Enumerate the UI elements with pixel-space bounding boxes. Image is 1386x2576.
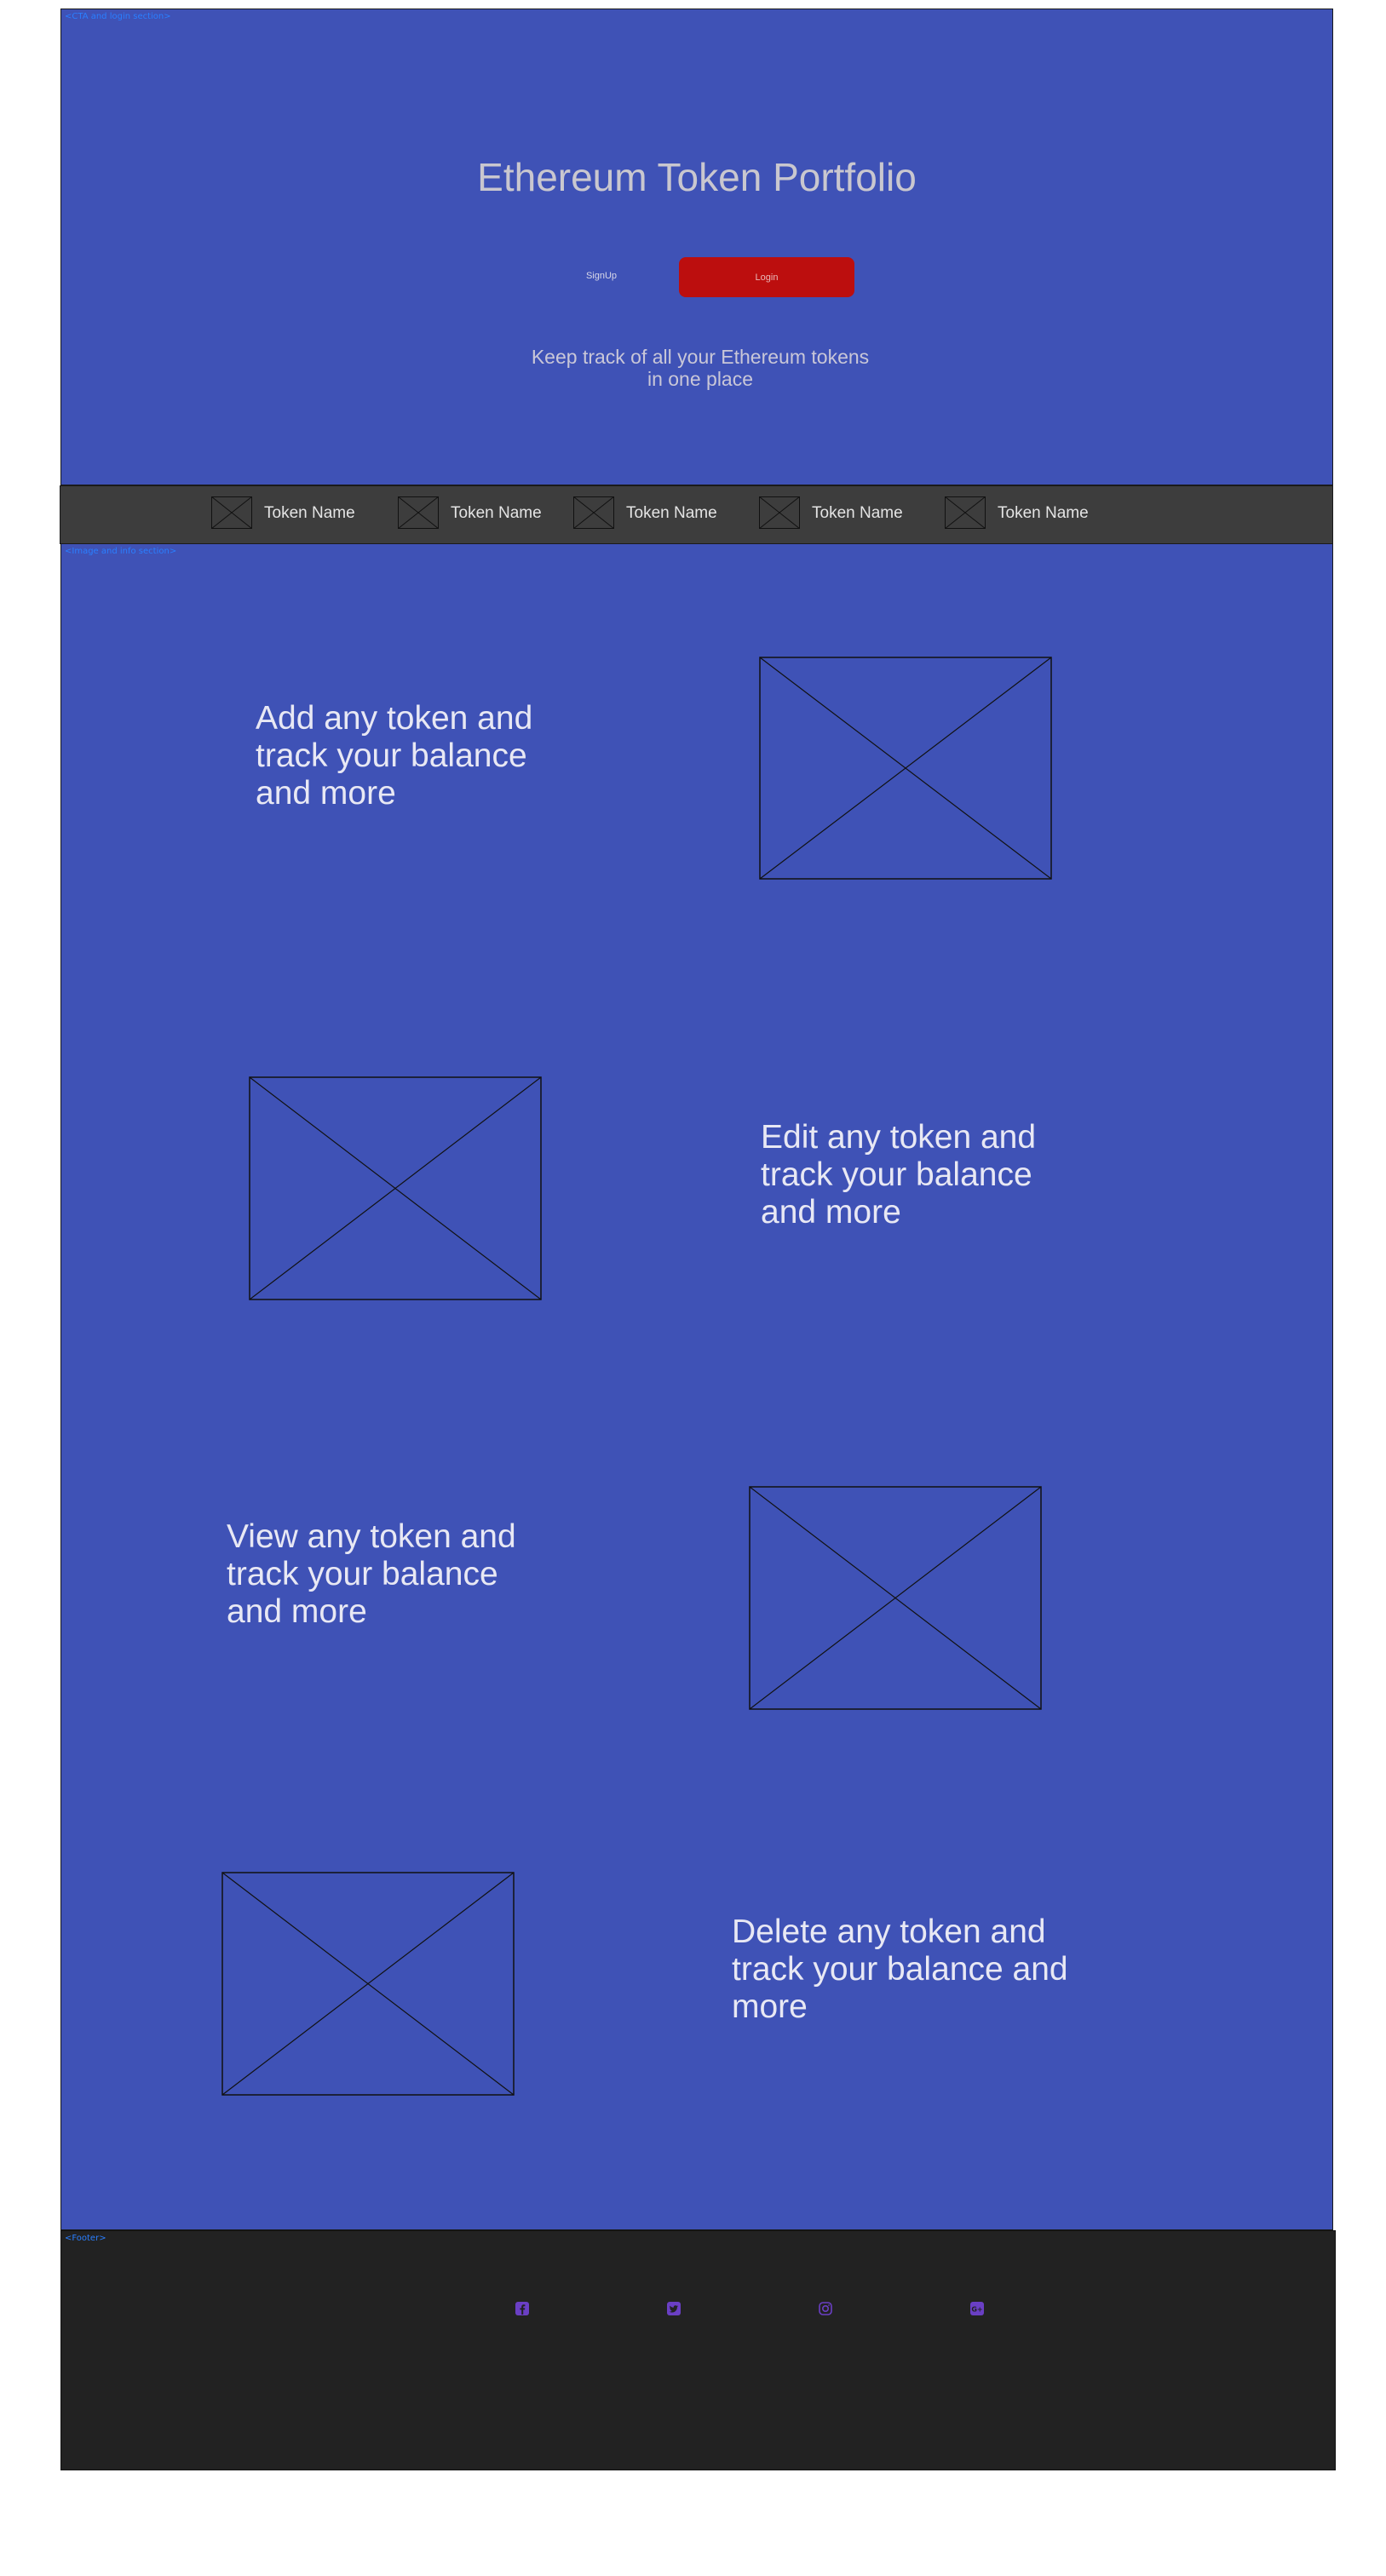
- image-info-section: <Image and info section> Add any token a…: [60, 544, 1333, 2230]
- section-label: <Image and info section>: [65, 547, 177, 556]
- token-name: Token Name: [812, 504, 903, 522]
- token-name: Token Name: [626, 504, 717, 522]
- footer: <Footer> G+: [60, 2230, 1336, 2470]
- token-name: Token Name: [998, 504, 1089, 522]
- feature-view-text: View any token and track your balance an…: [227, 1518, 516, 1630]
- svg-text:G+: G+: [971, 2306, 982, 2314]
- feature-delete-text: Delete any token and track your balance …: [732, 1913, 1068, 2025]
- feature-view-image-placeholder: [749, 1486, 1042, 1710]
- section-label: <CTA and login section>: [65, 12, 171, 21]
- token-image-placeholder: [945, 496, 986, 529]
- google-plus-icon[interactable]: G+: [969, 2301, 985, 2316]
- hero-subtitle: Keep track of all your Ethereum tokens i…: [531, 346, 870, 390]
- feature-add-text: Add any token and track your balance and…: [256, 700, 533, 812]
- signup-button[interactable]: SignUp: [559, 256, 644, 295]
- token-image-placeholder: [211, 496, 252, 529]
- token-bar: Token Name Token Name Token Name Token N…: [60, 485, 1333, 544]
- token-name: Token Name: [451, 504, 542, 522]
- instagram-icon[interactable]: [818, 2301, 833, 2316]
- feature-edit-image-placeholder: [249, 1076, 542, 1300]
- token-image-placeholder: [573, 496, 614, 529]
- page-title: Ethereum Token Portfolio: [477, 155, 917, 199]
- token-name: Token Name: [264, 504, 355, 522]
- facebook-icon[interactable]: [515, 2301, 530, 2316]
- login-button[interactable]: Login: [679, 257, 854, 297]
- token-image-placeholder: [398, 496, 439, 529]
- feature-edit-text: Edit any token and track your balance an…: [761, 1119, 1037, 1231]
- twitter-icon[interactable]: [666, 2301, 681, 2316]
- feature-delete-image-placeholder: [221, 1872, 515, 2096]
- token-image-placeholder: [759, 496, 800, 529]
- section-label: <Footer>: [65, 2234, 106, 2243]
- cta-login-section: <CTA and login section> Ethereum Token P…: [60, 9, 1333, 485]
- feature-add-image-placeholder: [759, 657, 1052, 880]
